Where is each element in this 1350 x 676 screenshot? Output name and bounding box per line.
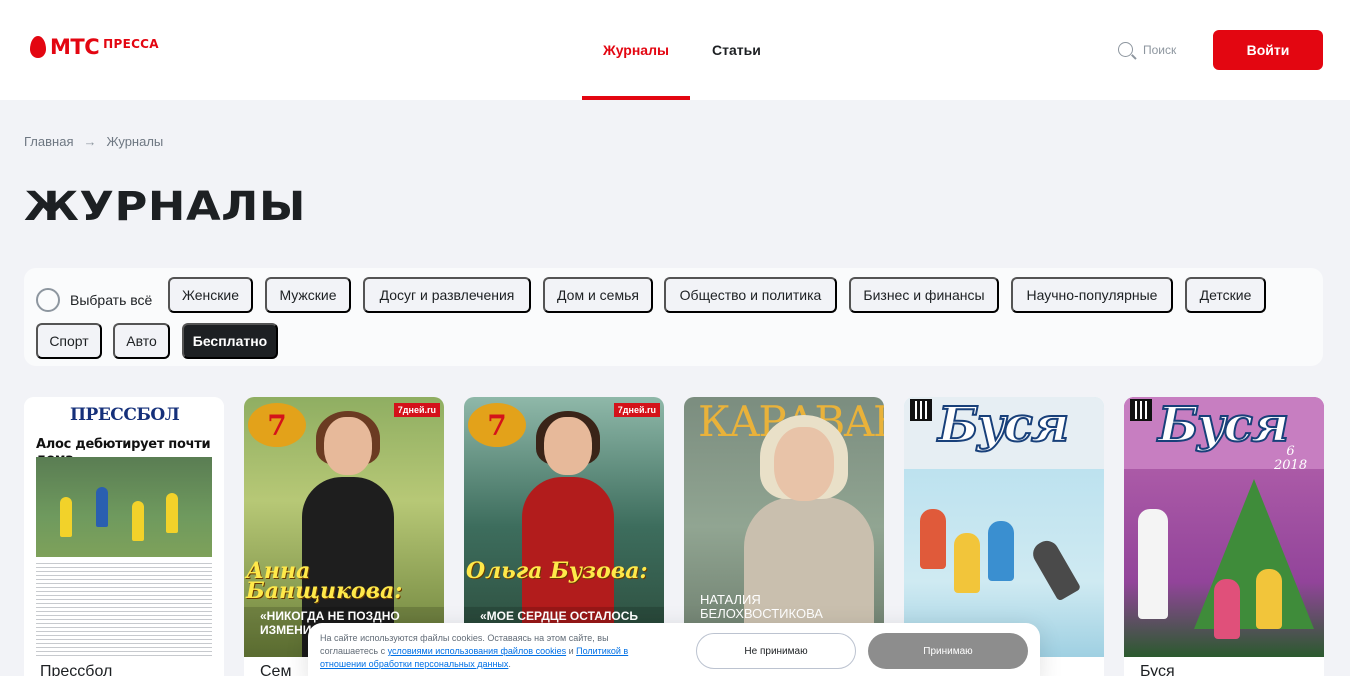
filter-chip-popular-science[interactable]: Научно-популярные: [1011, 277, 1173, 313]
filter-chip-business-finance[interactable]: Бизнес и финансы: [849, 277, 999, 313]
magazine-cover-image[interactable]: КАРАВАН НАТАЛИЯ БЕЛОХВОСТИКОВА: [684, 397, 884, 657]
christmas-tree: [1194, 479, 1314, 629]
cover-illustration: [1124, 469, 1324, 657]
magazine-cover-image[interactable]: 7 7дней.ru Ольга Бузова: «МОЕ СЕРДЦЕ ОСТ…: [464, 397, 664, 657]
arrow-right-icon: →: [83, 134, 97, 149]
cover-portrait: [774, 427, 834, 501]
breadcrumb-current: Журналы: [106, 134, 164, 149]
filter-chip-womens[interactable]: Женские: [168, 277, 253, 313]
qr-code-icon: [1130, 399, 1152, 421]
main-nav: Журналы Статьи: [582, 0, 761, 100]
magazine-cover-image[interactable]: 7 7дней.ru Анна Банщикова: «НИКОГДА НЕ П…: [244, 397, 444, 657]
filter-chip-home-family[interactable]: Дом и семья: [543, 277, 653, 313]
page-title: ЖУРНАЛЫ: [24, 184, 306, 230]
search-label: Поиск: [1143, 42, 1177, 57]
cover-text-columns: [36, 563, 212, 657]
cover-tag: 7дней.ru: [613, 403, 660, 417]
magazine-card[interactable]: ПРЕССБОЛ Алос дебютирует почти дома Прес…: [24, 397, 224, 676]
logo-sub-text: ПРЕССА: [103, 37, 159, 51]
filter-chip-free[interactable]: Бесплатно: [182, 323, 278, 359]
cover-name: Ольга Бузова:: [466, 558, 648, 584]
filter-chip-sport[interactable]: Спорт: [36, 323, 102, 359]
filter-chip-auto[interactable]: Авто: [113, 323, 170, 359]
site-header: МТС ПРЕССА Журналы Статьи Поиск Войти: [0, 0, 1350, 100]
nav-tab-articles[interactable]: Статьи: [712, 0, 761, 100]
filter-chip-mens[interactable]: Мужские: [265, 277, 351, 313]
cookie-text: На сайте используются файлы cookies. Ост…: [320, 632, 668, 671]
login-button[interactable]: Войти: [1213, 30, 1323, 70]
cover-tag: 7дней.ru: [393, 403, 440, 417]
cover-logo: 7: [248, 403, 306, 447]
cover-name: Анна Банщикова:: [246, 558, 403, 604]
cover-masthead: Буся: [937, 397, 1070, 454]
cookie-text-mid: и: [566, 646, 577, 656]
magazine-cover-image[interactable]: Буся: [904, 397, 1104, 657]
magazine-card[interactable]: Буся 6 2018 Буся: [1124, 397, 1324, 676]
select-all-toggle[interactable]: Выбрать всё: [36, 282, 152, 318]
cover-photo: [36, 457, 212, 557]
category-filters: Выбрать всё Женские Мужские Досуг и разв…: [24, 268, 1323, 366]
breadcrumb: Главная → Журналы: [24, 134, 163, 149]
magazine-title[interactable]: Прессбол: [40, 663, 112, 676]
qr-code-icon: [910, 399, 932, 421]
magazine-title[interactable]: Сем: [260, 663, 291, 676]
breadcrumb-home[interactable]: Главная: [24, 134, 73, 149]
filter-chip-leisure[interactable]: Досуг и развлечения: [363, 277, 531, 313]
logo-main-text: МТС: [50, 35, 100, 59]
cookie-terms-link[interactable]: условиями использования файлов cookies: [388, 646, 566, 656]
cover-logo: 7: [468, 403, 526, 447]
magazine-cover-image[interactable]: Буся 6 2018: [1124, 397, 1324, 657]
mts-egg-icon: [30, 36, 46, 58]
cover-quote: «МОЕ СЕРДЦЕ ОСТАЛОСЬ: [480, 609, 639, 623]
mts-press-logo[interactable]: МТС ПРЕССА: [30, 36, 159, 58]
nav-tab-magazines[interactable]: Журналы: [582, 0, 690, 100]
cover-masthead: ПРЕССБОЛ: [70, 405, 180, 425]
search-icon: [1118, 42, 1133, 57]
select-all-label: Выбрать всё: [70, 292, 153, 308]
magazine-cover-image[interactable]: ПРЕССБОЛ Алос дебютирует почти дома: [24, 397, 224, 657]
radio-icon[interactable]: [36, 288, 60, 312]
cookie-banner: На сайте используются файлы cookies. Ост…: [308, 623, 1040, 676]
search-trigger[interactable]: Поиск: [1118, 42, 1176, 57]
cover-name: НАТАЛИЯ БЕЛОХВОСТИКОВА: [700, 592, 823, 621]
cover-issue-number: 6: [1286, 444, 1295, 459]
filter-chip-kids[interactable]: Детские: [1185, 277, 1266, 313]
cookie-decline-button[interactable]: Не принимаю: [696, 633, 856, 669]
cookie-text-end: .: [508, 659, 511, 669]
cookie-accept-button[interactable]: Принимаю: [868, 633, 1028, 669]
magazine-title[interactable]: Буся: [1140, 663, 1175, 676]
cover-masthead: Буся: [1157, 397, 1290, 454]
filter-chip-society-politics[interactable]: Общество и политика: [664, 277, 837, 313]
